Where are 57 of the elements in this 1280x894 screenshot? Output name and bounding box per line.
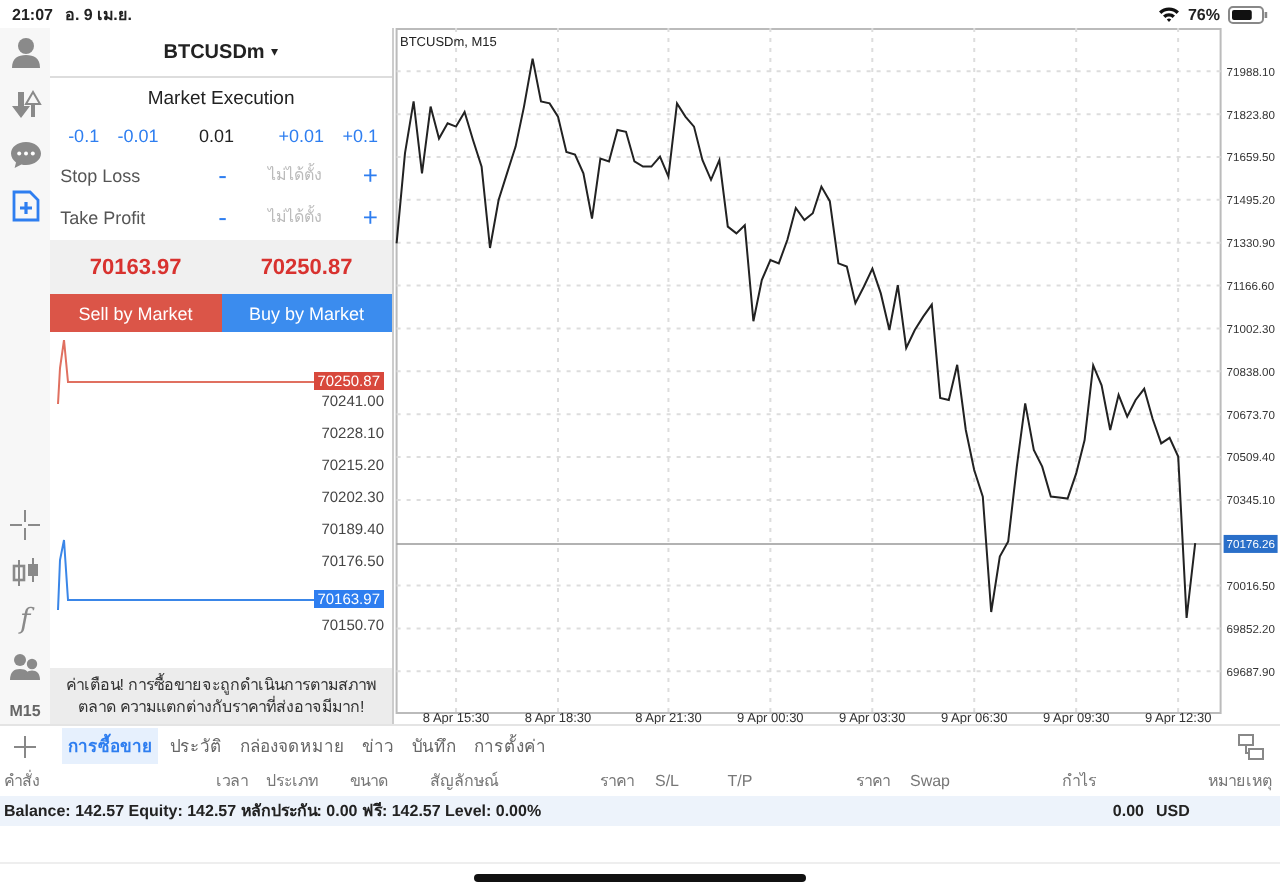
arrows-icon[interactable] [9,88,42,120]
timeframe-label[interactable]: M15 [9,702,41,720]
column-header: หมายเหตุ [1206,770,1272,794]
column-header: Swap [907,772,952,790]
volume-step-button[interactable]: -0.01 [115,126,161,146]
tab[interactable]: กล่องจดหมาย [234,728,350,764]
battery-icon [1228,5,1268,23]
account-summary: Balance: 142.57 Equity: 142.57 หลักประกัน: 0.00 ฟรี: 142.57 Level: 0.00% [4,800,544,824]
buy-button[interactable]: Buy by Market [221,294,392,332]
price-field[interactable]: ไม่ได้ตั้ง [232,201,357,233]
column-header: สัญลักษณ์ [428,769,501,794]
column-header: ราคา [598,770,634,794]
volume-step-button[interactable]: -0.1 [66,126,102,146]
candlestick-icon[interactable] [11,558,40,588]
volume-value[interactable]: 0.01 [199,126,235,146]
column-header: ประเภท [264,770,320,794]
tab[interactable]: การตั้งค่า [468,728,552,764]
sell-button[interactable]: Sell by Market [50,294,222,332]
add-icon[interactable] [14,735,36,757]
chat-icon[interactable] [9,140,42,170]
decrease-button[interactable]: - [212,162,233,188]
column-header: ราคา [854,770,890,794]
column-header: กำไร [1060,770,1096,794]
panel-icon[interactable] [1238,733,1264,759]
decrease-button[interactable]: - [212,204,233,230]
column-header: คำสั่ง [4,768,42,794]
column-header: T/P [725,772,755,790]
column-header: ขนาด [348,770,390,794]
level-label: Take Profit [60,207,148,227]
new-document-icon[interactable] [11,190,40,222]
tab[interactable]: การซื้อขาย [62,728,158,764]
symbol-selector[interactable]: BTCUSDm [163,41,265,63]
increase-button[interactable]: + [356,204,384,230]
bid-price: 70163.97 [89,255,182,279]
execution-type[interactable]: Market Execution [50,78,392,118]
tab[interactable]: ข่าว [356,728,400,764]
person-icon[interactable] [9,36,42,68]
warning-text: ค่าเตือน! การซื้อขายจะถูกดำเนินการตามสภาพตลาด ความแตกต่างกับราคาที่ส่งอาจมีมาก! [50,668,392,724]
total-profit: 0.00 [1112,802,1144,820]
tab[interactable]: บันทึก [406,728,462,764]
column-header: เวลา [214,770,248,794]
status-time: 21:07 [12,5,53,23]
status-date: อ. 9 เม.ย. [64,3,133,27]
people-icon[interactable] [9,652,42,680]
increase-button[interactable]: + [356,162,384,188]
level-label: Stop Loss [60,165,143,185]
crosshair-icon[interactable] [10,510,41,540]
battery-percent: 76% [1187,5,1220,23]
volume-step-button[interactable]: +0.01 [276,126,327,146]
function-symbol[interactable]: f [19,606,31,634]
column-header: S/L [652,772,681,790]
volume-step-button[interactable]: +0.1 [340,126,380,146]
currency-label: USD [1156,802,1192,820]
ask-price: 70250.87 [260,255,353,279]
wifi-icon [1157,6,1180,22]
price-field[interactable]: ไม่ได้ตั้ง [232,159,357,191]
tab[interactable]: ประวัติ [164,728,228,764]
